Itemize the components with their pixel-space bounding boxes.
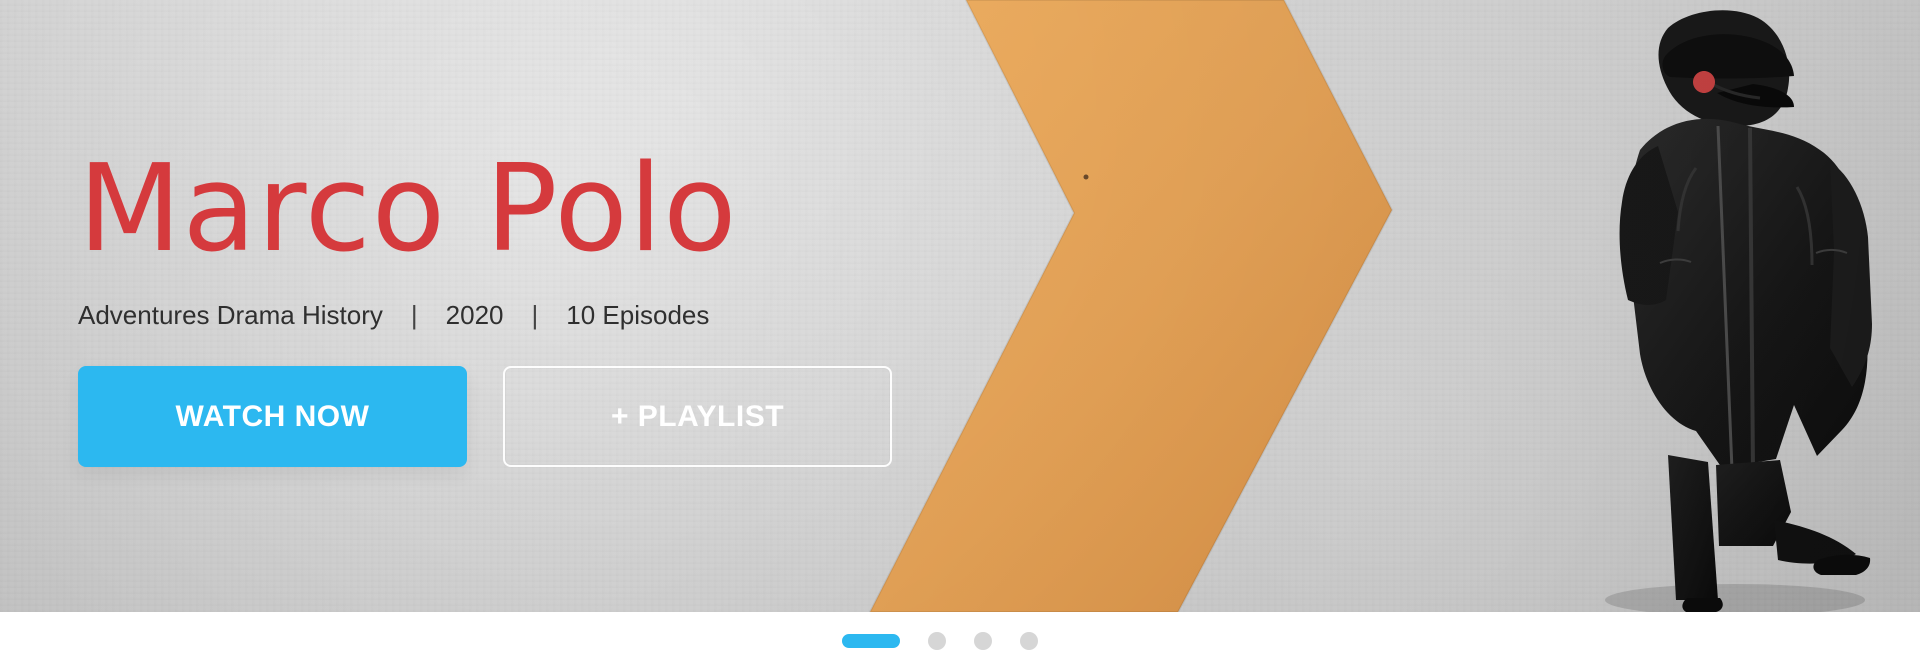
carousel-dot-3[interactable] [974,632,992,650]
carousel-dot-4[interactable] [1020,632,1038,650]
hero-content: Marco Polo Adventures Drama History | 20… [78,150,938,467]
show-year: 2020 [445,300,504,330]
add-to-playlist-button[interactable]: + PLAYLIST [503,366,892,467]
carousel-dot-2[interactable] [928,632,946,650]
show-episodes: 10 Episodes [566,300,710,330]
meta-separator-2: | [531,300,539,330]
carousel-pagination [842,632,1038,650]
show-genres: Adventures Drama History [78,300,383,330]
carousel-dot-1[interactable] [842,634,900,648]
hero-banner: Marco Polo Adventures Drama History | 20… [0,0,1920,612]
show-meta: Adventures Drama History | 2020 | 10 Epi… [78,302,938,328]
hero-slider: Marco Polo Adventures Drama History | 20… [0,0,1920,670]
watch-now-button[interactable]: WATCH NOW [78,366,467,467]
hero-actions: WATCH NOW + PLAYLIST [78,366,938,467]
show-title: Marco Polo [78,140,738,279]
meta-separator-1: | [410,300,418,330]
hero-person-image [1605,10,1872,612]
